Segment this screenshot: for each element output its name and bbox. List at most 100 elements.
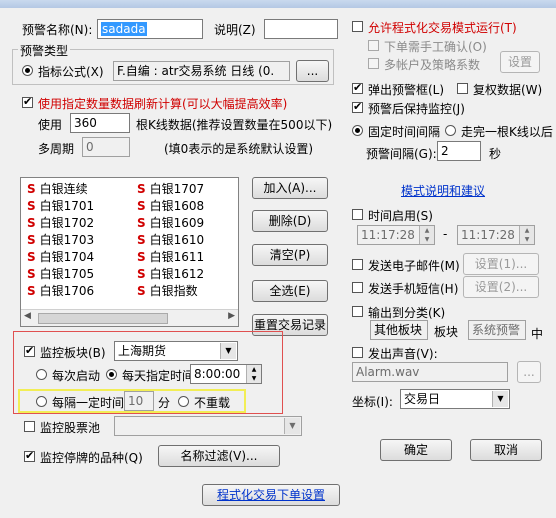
manual-confirm-label: 下单需手工确认(O) bbox=[384, 40, 487, 54]
instrument-marker: S bbox=[27, 233, 36, 247]
instrument-marker: S bbox=[27, 199, 36, 213]
monitor-block-select[interactable]: 上海期货 ▼ bbox=[114, 341, 238, 361]
allow-trading-checkbox[interactable] bbox=[352, 21, 363, 32]
alert-name-label: 预警名称(N): bbox=[22, 23, 93, 37]
list-item[interactable]: S 白银连续 bbox=[27, 180, 88, 197]
monitor-suspended-label: 监控停牌的品种(Q) bbox=[40, 451, 143, 465]
instrument-name: 白银1703 bbox=[39, 233, 95, 247]
sound-checkbox[interactable] bbox=[352, 347, 363, 358]
instrument-marker: S bbox=[27, 267, 36, 281]
clear-button[interactable]: 清空(P) bbox=[252, 244, 328, 266]
delete-button[interactable]: 删除(D) bbox=[252, 210, 328, 232]
formula-browse-button[interactable]: ... bbox=[296, 60, 329, 82]
list-item[interactable]: S 白银1609 bbox=[137, 214, 204, 231]
recheck-checkbox[interactable] bbox=[457, 83, 468, 94]
list-item[interactable]: S 白银1703 bbox=[27, 231, 94, 248]
bar-count-input[interactable]: 360 bbox=[70, 113, 130, 133]
interval-input[interactable]: 2 bbox=[437, 141, 481, 161]
ok-button[interactable]: 确定 bbox=[380, 439, 452, 461]
list-item[interactable]: S 白银1705 bbox=[27, 265, 94, 282]
name-filter-button[interactable]: 名称过滤(V)... bbox=[158, 445, 280, 467]
manual-confirm-checkbox[interactable] bbox=[368, 40, 379, 51]
order-settings-link[interactable]: 程式化交易下单设置 bbox=[217, 488, 325, 502]
mode-explanation-link[interactable]: 模式说明和建议 bbox=[401, 182, 485, 199]
list-item[interactable]: S 白银1612 bbox=[137, 265, 204, 282]
interval-label: 预警间隔(G): bbox=[366, 147, 437, 161]
scroll-right-icon[interactable]: ▶ bbox=[228, 311, 235, 321]
formula-value-field: F.自编 : atr交易系统 日线 (0. bbox=[113, 61, 290, 81]
monitor-pool-select[interactable]: ▼ bbox=[114, 416, 302, 436]
after-bar-radio[interactable] bbox=[445, 125, 456, 136]
daily-radio[interactable] bbox=[106, 369, 117, 380]
each-start-radio[interactable] bbox=[36, 369, 47, 380]
email-settings-button[interactable]: 设置(1)... bbox=[463, 253, 539, 275]
instrument-name: 白银1704 bbox=[39, 250, 95, 264]
add-button[interactable]: 加入(A)... bbox=[252, 177, 328, 199]
time-enable-checkbox[interactable] bbox=[352, 209, 363, 220]
monitor-block-checkbox[interactable] bbox=[24, 344, 35, 357]
multi-period-input[interactable]: 0 bbox=[82, 137, 130, 157]
list-item[interactable]: S 白银指数 bbox=[137, 282, 198, 299]
list-item[interactable]: S 白银1608 bbox=[137, 197, 204, 214]
monitor-suspended-checkbox[interactable] bbox=[24, 449, 35, 462]
alert-name-input[interactable]: sadada bbox=[97, 19, 203, 39]
scroll-left-icon[interactable]: ◀ bbox=[24, 311, 31, 321]
sound-browse-button[interactable]: ... bbox=[517, 361, 541, 383]
instrument-name: 白银1702 bbox=[39, 216, 95, 230]
every-interval-label: 每隔一定时间 bbox=[52, 396, 125, 410]
list-item[interactable]: S 白银1610 bbox=[137, 231, 204, 248]
select-all-button[interactable]: 全选(E) bbox=[252, 280, 328, 302]
time-end-input[interactable]: 11:17:28 ▲ ▼ bbox=[457, 225, 535, 245]
time-start-input[interactable]: 11:17:28 ▲ ▼ bbox=[357, 225, 435, 245]
instrument-list[interactable]: S 白银连续 S 白银1701 S 白银1702 S 白银1703 S 白银1704 S 白银1705… bbox=[20, 177, 239, 327]
output-category-checkbox[interactable] bbox=[352, 306, 363, 317]
no-reload-radio[interactable] bbox=[178, 396, 189, 407]
popup-checkbox[interactable] bbox=[352, 81, 363, 94]
list-item[interactable]: S 白银1701 bbox=[27, 197, 94, 214]
multi-account-checkbox[interactable] bbox=[368, 58, 379, 69]
list-item[interactable]: S 白银1707 bbox=[137, 180, 204, 197]
formula-label: 指标公式(X) bbox=[38, 65, 104, 79]
email-checkbox[interactable] bbox=[352, 259, 363, 270]
category-field[interactable]: 其他板块1 bbox=[370, 320, 428, 340]
every-interval-radio[interactable] bbox=[36, 396, 47, 407]
monitor-pool-checkbox[interactable] bbox=[24, 421, 35, 432]
cancel-button[interactable]: 取消 bbox=[470, 439, 542, 461]
instrument-marker: S bbox=[27, 284, 36, 298]
no-reload-label: 不重载 bbox=[194, 396, 231, 410]
list-item[interactable]: S 白银1611 bbox=[137, 248, 204, 265]
interval-unit: 秒 bbox=[489, 147, 502, 161]
refresh-checkbox[interactable] bbox=[22, 95, 33, 108]
instrument-name: 白银1610 bbox=[149, 233, 205, 247]
every-interval-input[interactable]: 10 bbox=[124, 391, 154, 411]
instrument-marker: S bbox=[137, 250, 146, 264]
time-enable-label: 时间启用(S) bbox=[368, 209, 433, 223]
coordinate-select[interactable]: 交易日 ▼ bbox=[400, 389, 510, 409]
each-start-label: 每次启动 bbox=[52, 369, 101, 383]
description-input[interactable] bbox=[264, 19, 338, 39]
sms-checkbox[interactable] bbox=[352, 282, 363, 293]
instrument-marker: S bbox=[137, 267, 146, 281]
order-settings-button[interactable]: 程式化交易下单设置 bbox=[202, 484, 340, 506]
list-item[interactable]: S 白银1706 bbox=[27, 282, 94, 299]
formula-radio[interactable] bbox=[22, 65, 33, 76]
daily-time-input[interactable]: 8:00:00 ▲ ▼ bbox=[190, 364, 262, 384]
instrument-name: 白银1706 bbox=[39, 284, 95, 298]
sms-settings-button[interactable]: 设置(2)... bbox=[463, 276, 539, 298]
instrument-name: 白银1707 bbox=[149, 182, 205, 196]
block-field[interactable]: 系统预警 bbox=[468, 320, 526, 340]
list-item[interactable]: S 白银1702 bbox=[27, 214, 94, 231]
sound-file-input[interactable]: Alarm.wav bbox=[352, 362, 508, 382]
fixed-interval-radio[interactable] bbox=[352, 125, 363, 136]
chevron-down-icon: ▼ bbox=[492, 391, 508, 407]
list-item[interactable]: S 白银1704 bbox=[27, 248, 94, 265]
multi-account-settings-button[interactable]: 设置 bbox=[500, 51, 540, 73]
popup-label: 弹出预警框(L) bbox=[368, 83, 445, 97]
keep-monitor-checkbox[interactable] bbox=[352, 100, 363, 113]
coordinate-label: 坐标(I): bbox=[352, 395, 393, 409]
instrument-marker: S bbox=[27, 250, 36, 264]
horizontal-scrollbar[interactable]: ◀ ▶ bbox=[21, 309, 238, 326]
fixed-interval-label: 固定时间间隔 bbox=[368, 125, 441, 139]
scroll-thumb[interactable] bbox=[38, 313, 168, 324]
alert-type-group-label: 预警类型 bbox=[18, 42, 71, 59]
